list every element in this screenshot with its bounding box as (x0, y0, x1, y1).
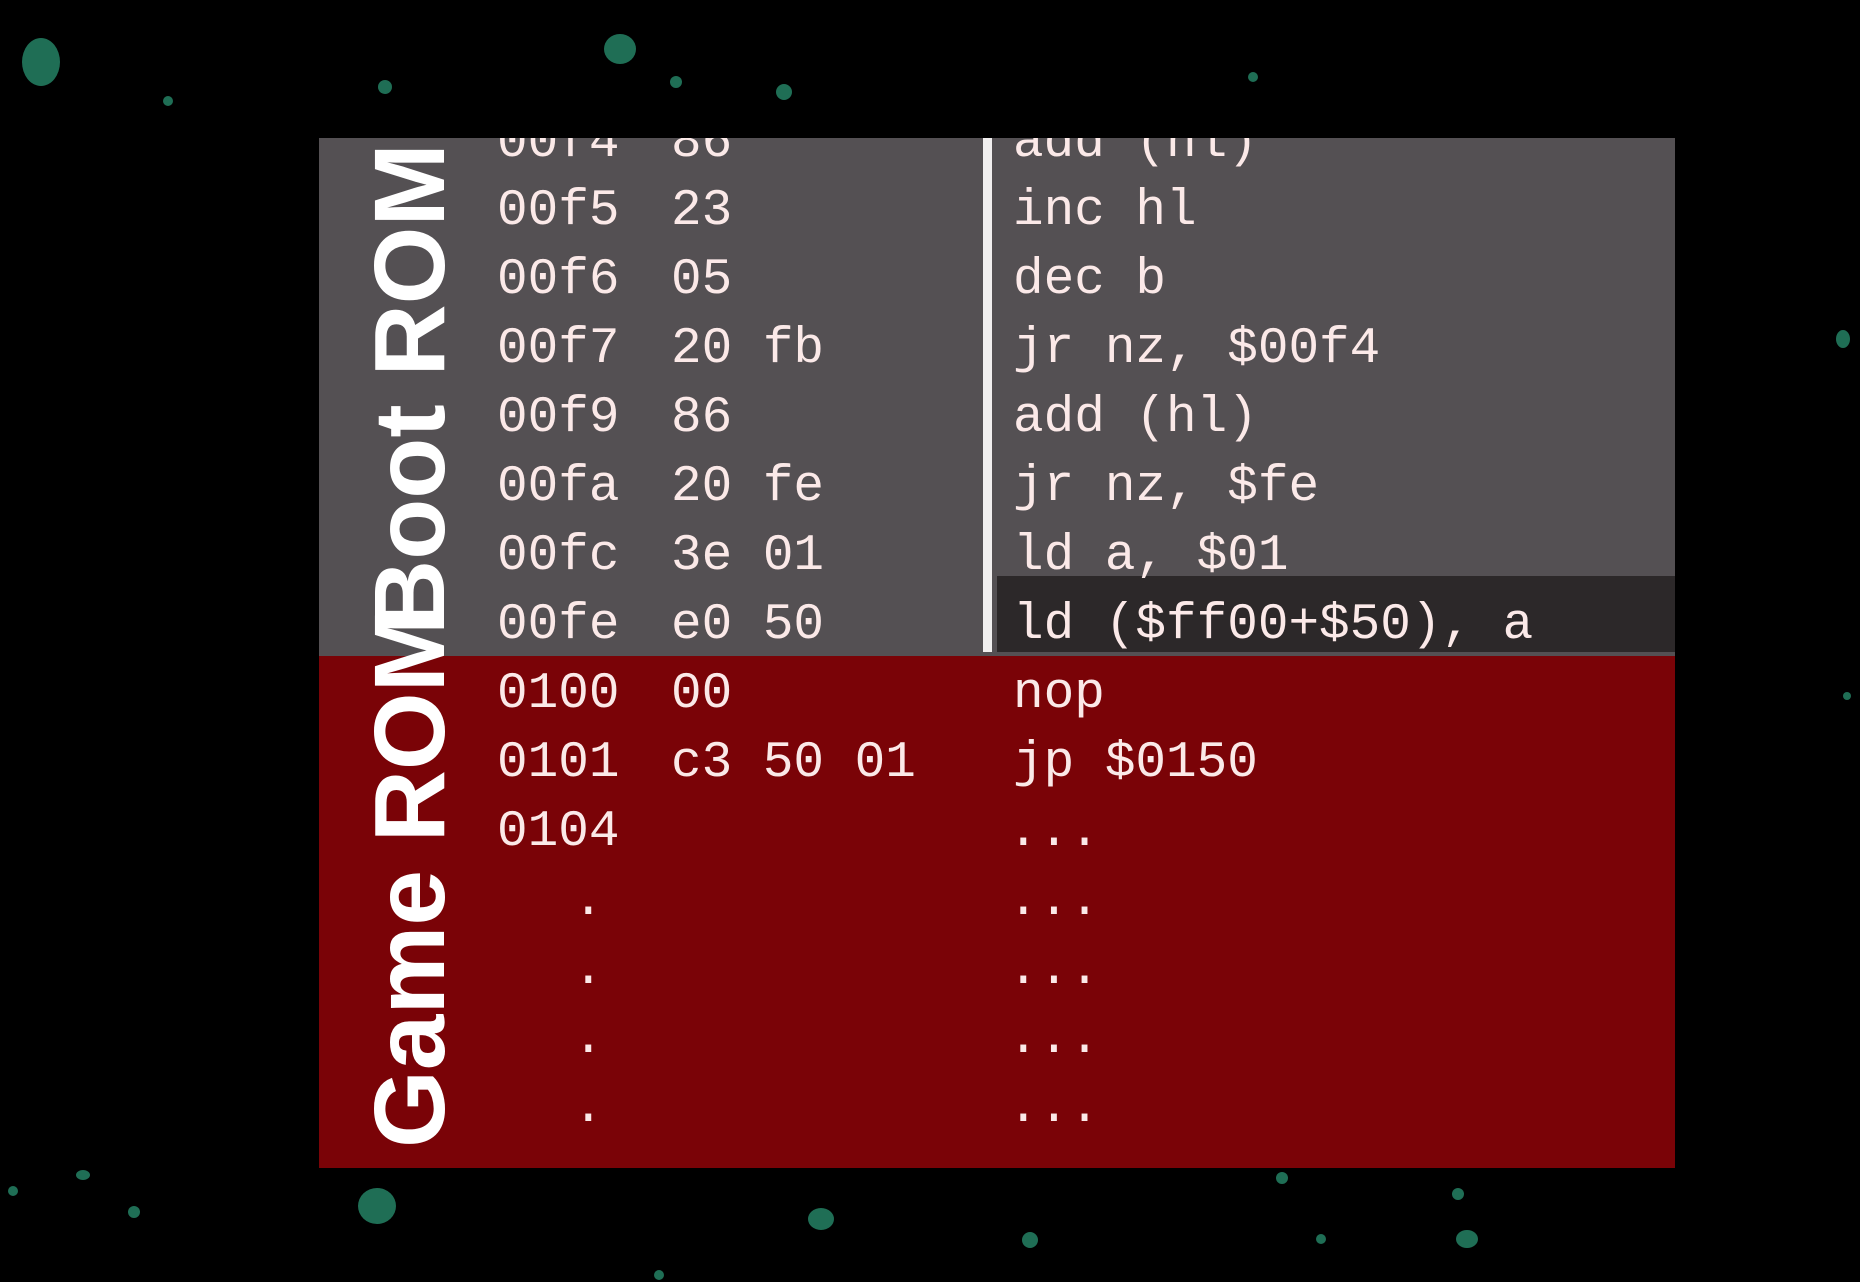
background-speck (378, 80, 392, 94)
background-speck (1836, 330, 1850, 348)
instruction: jr nz, $00f4 (1013, 321, 1381, 378)
opcode-bytes: e0 50 (671, 597, 825, 654)
address: 00f4 (497, 138, 620, 172)
opcode-bytes: 86 (671, 390, 733, 447)
memory-map-panel: Boot ROM Game ROM 00f4 86 add (hl) 00f5 … (319, 138, 1675, 1168)
game-rom-section (319, 656, 1675, 1168)
address: 00f9 (497, 390, 620, 447)
instruction: dec b (1013, 252, 1167, 309)
instruction: inc hl (1013, 183, 1197, 240)
background-speck (1248, 72, 1258, 82)
background-speck (1276, 1172, 1288, 1184)
address: 00fa (497, 459, 620, 516)
instruction: add (hl) (1013, 138, 1258, 172)
opcode-bytes: 3e 01 (671, 528, 825, 585)
ellipsis: ... (1008, 804, 1100, 861)
address: 0101 (497, 735, 620, 792)
background-speck (1456, 1230, 1478, 1248)
address: 00f7 (497, 321, 620, 378)
address: 0100 (497, 666, 620, 723)
vertical-dot: . (573, 873, 604, 930)
opcode-bytes: c3 50 01 (671, 735, 916, 792)
background-speck (670, 76, 682, 88)
opcode-bytes: 23 (671, 183, 733, 240)
ellipsis: ... (1008, 942, 1100, 999)
address: 0104 (497, 804, 620, 861)
opcode-bytes: 20 fb (671, 321, 825, 378)
background-speck (1316, 1234, 1326, 1244)
background-speck (654, 1270, 664, 1280)
address: 00fe (497, 597, 620, 654)
opcode-bytes: 86 (671, 138, 733, 172)
background-speck (604, 34, 636, 64)
background-speck (1022, 1232, 1038, 1248)
game-rom-label: Game ROM (354, 608, 466, 1148)
background-speck (128, 1206, 140, 1218)
instruction: ld a, $01 (1013, 528, 1289, 585)
background-speck (358, 1188, 396, 1224)
instruction: add (hl) (1013, 390, 1258, 447)
ellipsis: ... (1008, 873, 1100, 930)
address: 00fc (497, 528, 620, 585)
instruction: nop (1013, 666, 1105, 723)
address: 00f6 (497, 252, 620, 309)
vertical-dot: . (573, 1080, 604, 1137)
background-speck (808, 1208, 834, 1230)
ellipsis: ... (1008, 1080, 1100, 1137)
ellipsis: ... (1008, 1011, 1100, 1068)
opcode-bytes: 20 fe (671, 459, 825, 516)
background-speck (163, 96, 173, 106)
background-speck (8, 1186, 18, 1196)
instruction: jp $0150 (1013, 735, 1258, 792)
address: 00f5 (497, 183, 620, 240)
instruction: jr nz, $fe (1013, 459, 1320, 516)
background-speck (22, 38, 60, 86)
background-speck (776, 84, 792, 100)
background-speck (1843, 692, 1851, 700)
vertical-dot: . (573, 1011, 604, 1068)
boot-rom-label: Boot ROM (354, 143, 466, 632)
background-speck (1452, 1188, 1464, 1200)
boot-rom-divider (983, 138, 992, 652)
instruction: ld ($ff00+$50), a (1013, 597, 1534, 654)
opcode-bytes: 00 (671, 666, 733, 723)
opcode-bytes: 05 (671, 252, 733, 309)
background-speck (76, 1170, 90, 1180)
vertical-dot: . (573, 942, 604, 999)
